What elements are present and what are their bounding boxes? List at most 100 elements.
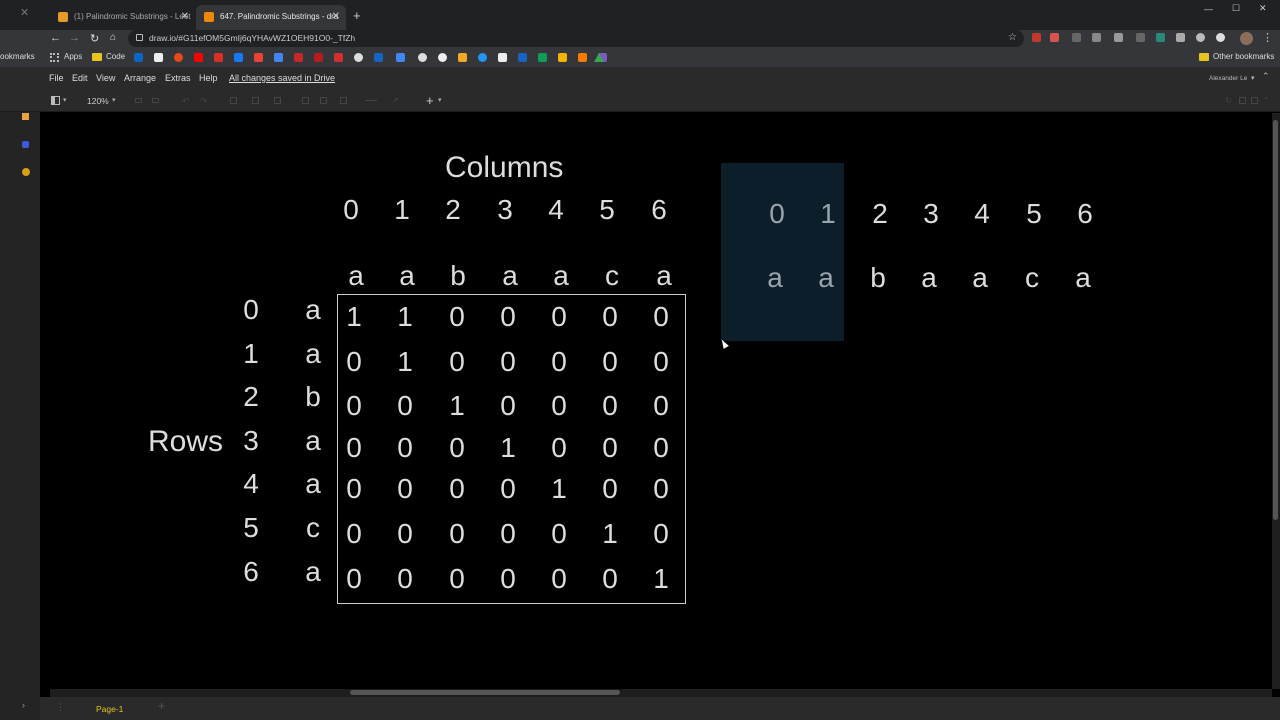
chevron-down-icon[interactable]: ▾ (112, 96, 116, 104)
home-icon[interactable]: ⌂ (110, 32, 116, 43)
new-tab-button[interactable]: + (353, 8, 361, 23)
matrix-cell: 1 (500, 432, 516, 463)
row-index: 5 (243, 512, 259, 543)
format-panel-icon[interactable] (51, 96, 60, 105)
column-index: 4 (548, 194, 564, 225)
page-tab[interactable]: Page-1 (96, 704, 123, 714)
matrix-cell: 0 (449, 432, 465, 463)
tab-drawio[interactable]: 647. Palindromic Substrings - dra ✕ (196, 5, 346, 30)
bookmark-code[interactable]: Code (106, 52, 125, 61)
row-char: a (305, 556, 321, 587)
right-column-index: 3 (923, 198, 939, 229)
matrix-cell: 0 (346, 346, 362, 377)
matrix-cell: 0 (602, 473, 618, 504)
insert-plus-icon[interactable]: + (426, 93, 434, 108)
collapse-arrow-icon[interactable]: › (22, 700, 25, 710)
right-column-char: a (767, 262, 783, 293)
chevron-down-icon[interactable]: ▾ (438, 96, 442, 104)
matrix-cell: 1 (397, 301, 413, 332)
add-page-button[interactable]: + (158, 699, 165, 713)
more-icon[interactable]: ⋮ (1262, 31, 1273, 44)
menu-view[interactable]: View (96, 73, 115, 83)
user-name[interactable]: Alexander Le (1209, 75, 1247, 82)
chevron-down-icon[interactable]: ▾ (63, 96, 67, 104)
bookmark-apps[interactable]: Apps (64, 52, 82, 61)
bookmark-panel-icon[interactable] (22, 113, 29, 120)
minimize-button[interactable]: — (1204, 4, 1213, 14)
column-char: a (399, 260, 415, 291)
right-column-index: 1 (820, 198, 836, 229)
collapse-icon[interactable]: ⌃ (1262, 71, 1270, 82)
back-icon[interactable]: ← (50, 32, 61, 44)
matrix-cell: 0 (653, 301, 669, 332)
row-char: c (306, 512, 320, 543)
forward-icon[interactable]: → (69, 32, 80, 44)
matrix-cell: 1 (449, 390, 465, 421)
menu-help[interactable]: Help (199, 73, 218, 83)
matrix-cell: 0 (397, 432, 413, 463)
menu-extras[interactable]: Extras (165, 73, 191, 83)
apps-grid-icon[interactable] (50, 53, 59, 62)
save-status[interactable]: All changes saved in Drive (229, 73, 335, 83)
tab-leetcode[interactable]: (1) Palindromic Substrings - Leet ✕ (50, 5, 195, 30)
horizontal-scroll-thumb[interactable] (350, 690, 620, 695)
matrix-cell: 0 (602, 432, 618, 463)
compass-icon[interactable] (22, 168, 30, 176)
folder-icon (1199, 53, 1209, 61)
row-index: 6 (243, 556, 259, 587)
matrix-cell: 0 (653, 473, 669, 504)
menu-file[interactable]: File (49, 73, 64, 83)
matrix-cell: 0 (551, 563, 567, 594)
vertical-scroll-thumb[interactable] (1273, 120, 1278, 520)
matrix-cell: 0 (449, 301, 465, 332)
column-index: 3 (497, 194, 513, 225)
right-column-index: 4 (974, 198, 990, 229)
close-tab-icon[interactable]: ✕ (332, 11, 340, 22)
matrix-cell: 1 (653, 563, 669, 594)
matrix-cell: 1 (551, 473, 567, 504)
matrix-cell: 0 (602, 390, 618, 421)
matrix-cell: 0 (500, 346, 516, 377)
matrix-cell: 0 (397, 518, 413, 549)
close-window-button[interactable]: ✕ (1259, 3, 1267, 14)
menu-edit[interactable]: Edit (72, 73, 88, 83)
column-index: 1 (394, 194, 410, 225)
star-icon[interactable]: ☆ (1008, 32, 1017, 43)
column-index: 2 (445, 194, 461, 225)
matrix-cell: 0 (397, 473, 413, 504)
reading-list-icon[interactable] (22, 141, 29, 148)
side-panel (0, 68, 40, 720)
matrix-cell: 1 (346, 301, 362, 332)
browser-tab-bar: ✕ (1) Palindromic Substrings - Leet ✕ 64… (0, 0, 1280, 30)
matrix-cell: 0 (551, 346, 567, 377)
row-index: 3 (243, 425, 259, 456)
matrix-cell: 0 (346, 390, 362, 421)
page-menu-icon[interactable]: ⋮ (56, 702, 65, 713)
maximize-button[interactable]: ☐ (1232, 3, 1240, 14)
close-icon[interactable]: ✕ (20, 6, 29, 19)
left-bookmarks-fragment: ookmarks (0, 52, 35, 61)
horizontal-scrollbar[interactable] (50, 689, 1272, 697)
close-tab-icon[interactable]: ✕ (181, 11, 189, 22)
avatar[interactable] (1240, 32, 1253, 45)
reload-icon[interactable]: ↻ (90, 32, 99, 45)
url-text[interactable]: draw.io/#G11efOM5GmIj6qYHAvWZ1OEH91O0-_T… (149, 33, 355, 43)
chevron-down-icon[interactable]: ▾ (1251, 74, 1255, 82)
matrix-cell: 0 (449, 518, 465, 549)
menu-arrange[interactable]: Arrange (124, 73, 156, 83)
matrix-cell: 0 (346, 432, 362, 463)
right-column-index: 2 (872, 198, 888, 229)
zoom-level[interactable]: 120% (87, 96, 109, 106)
bookmark-favicons (134, 53, 614, 63)
right-column-char: a (1075, 262, 1091, 293)
matrix-cell: 0 (449, 473, 465, 504)
other-bookmarks[interactable]: Other bookmarks (1213, 52, 1274, 61)
matrix-cell: 0 (449, 563, 465, 594)
matrix-cell: 0 (397, 390, 413, 421)
column-char: a (348, 260, 364, 291)
column-index: 6 (651, 194, 667, 225)
matrix-cell: 0 (346, 518, 362, 549)
right-column-char: a (818, 262, 834, 293)
matrix-cell: 0 (397, 563, 413, 594)
column-index: 5 (599, 194, 615, 225)
